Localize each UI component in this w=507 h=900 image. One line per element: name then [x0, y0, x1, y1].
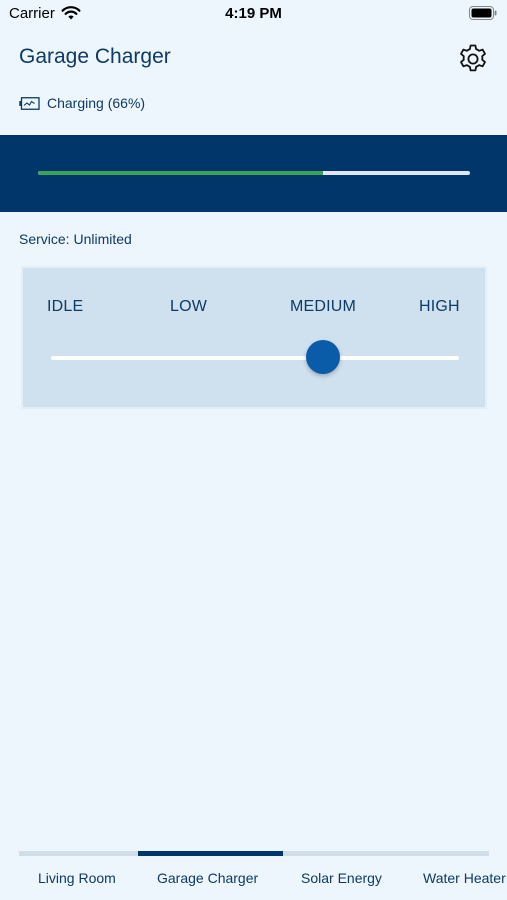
level-slider-track[interactable] [51, 356, 459, 360]
level-option-high[interactable]: HIGH [419, 298, 460, 316]
battery-charging-icon [19, 96, 40, 110]
charging-status: Charging (66%) [19, 94, 145, 112]
level-option-idle[interactable]: IDLE [47, 298, 83, 316]
charging-label: Charging (66%) [47, 95, 146, 111]
tab-active-indicator [138, 851, 283, 856]
charge-progress-track [38, 171, 470, 175]
charge-progress-banner [0, 135, 507, 212]
tab-solar-energy[interactable]: Solar Energy [301, 870, 382, 886]
status-bar: Carrier 4:19 PM [0, 0, 507, 30]
tab-garage-charger[interactable]: Garage Charger [157, 870, 258, 886]
battery-icon [469, 6, 497, 20]
tab-living-room[interactable]: Living Room [38, 870, 116, 886]
service-label: Service: Unlimited [19, 231, 132, 247]
gear-icon [460, 44, 486, 72]
level-option-low[interactable]: LOW [170, 298, 207, 316]
level-slider-thumb[interactable] [306, 340, 340, 374]
charge-progress-fill [38, 171, 324, 175]
settings-button[interactable] [456, 42, 490, 76]
level-option-medium[interactable]: MEDIUM [290, 298, 356, 316]
clock: 4:19 PM [225, 5, 282, 22]
charge-level-panel: IDLE LOW MEDIUM HIGH [21, 266, 487, 409]
page-title: Garage Charger [19, 45, 171, 68]
tab-water-heater[interactable]: Water Heater [423, 870, 507, 886]
